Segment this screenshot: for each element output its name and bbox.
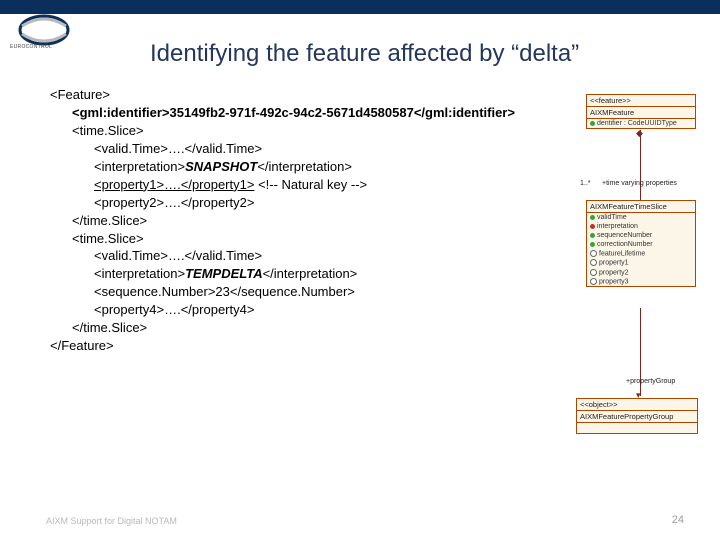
uml-connector bbox=[640, 130, 641, 200]
top-banner bbox=[0, 0, 720, 14]
footer-text: AIXM Support for Digital NOTAM bbox=[46, 516, 177, 526]
uml-attribute: property3 bbox=[587, 277, 695, 286]
code-line: <property4>….</property4> bbox=[50, 301, 570, 319]
code-line: <time.Slice> bbox=[50, 230, 570, 248]
uml-role: +propertyGroup bbox=[626, 378, 675, 385]
code-line: <interpretation>TEMPDELTA</interpretatio… bbox=[50, 265, 570, 283]
code-line: </time.Slice> bbox=[50, 212, 570, 230]
uml-role: +time varying properties bbox=[602, 180, 677, 187]
logo-text: EUROCONTROL bbox=[10, 44, 52, 50]
code-line: <property2>….</property2> bbox=[50, 194, 570, 212]
visibility-dot-icon bbox=[590, 259, 597, 266]
code-line: <valid.Time>….</valid.Time> bbox=[50, 247, 570, 265]
visibility-dot-icon bbox=[590, 278, 597, 285]
visibility-dot-icon bbox=[590, 224, 595, 229]
code-line: </Feature> bbox=[50, 337, 570, 355]
visibility-dot-icon bbox=[590, 215, 595, 220]
visibility-dot-icon bbox=[590, 250, 597, 257]
visibility-dot-icon bbox=[590, 242, 595, 247]
uml-attribute: featureLifetime bbox=[587, 249, 695, 258]
uml-attribute: property1 bbox=[587, 258, 695, 267]
uml-attribute: sequenceNumber bbox=[587, 231, 695, 240]
uml-attribute: validTime bbox=[587, 213, 695, 222]
uml-attribute: interpretation bbox=[587, 222, 695, 231]
uml-class-propertygroup: <<object>> AIXMFeaturePropertyGroup bbox=[576, 398, 698, 434]
code-line: <property1>….</property1> <!-- Natural k… bbox=[50, 176, 570, 194]
uml-stereotype: <<object>> bbox=[577, 399, 697, 411]
uml-multiplicity: 1..* bbox=[580, 180, 591, 187]
code-line: <time.Slice> bbox=[50, 122, 570, 140]
uml-class-name: AIXMFeatureTimeSlice bbox=[587, 201, 695, 213]
uml-diagram: <<feature>> AIXMFeature dentifier : Code… bbox=[556, 94, 696, 474]
visibility-dot-icon bbox=[590, 121, 595, 126]
slide-title: Identifying the feature affected by “del… bbox=[150, 40, 579, 68]
uml-class-timeslice: AIXMFeatureTimeSlice validTime interpret… bbox=[586, 200, 696, 287]
uml-class-name: AIXMFeature bbox=[587, 107, 695, 119]
uml-attribute: correctionNumber bbox=[587, 240, 695, 249]
code-line: <gml:identifier>35149fb2-971f-492c-94c2-… bbox=[50, 104, 570, 122]
uml-attribute: property2 bbox=[587, 268, 695, 277]
visibility-dot-icon bbox=[590, 269, 597, 276]
code-block: <Feature> <gml:identifier>35149fb2-971f-… bbox=[50, 86, 570, 355]
slide-number: 24 bbox=[672, 514, 684, 526]
code-line: <sequence.Number>23</sequence.Number> bbox=[50, 283, 570, 301]
eurocontrol-logo bbox=[14, 8, 74, 58]
uml-empty-compartment bbox=[577, 423, 697, 433]
visibility-dot-icon bbox=[590, 233, 595, 238]
code-line: <valid.Time>….</valid.Time> bbox=[50, 140, 570, 158]
uml-class-name: AIXMFeaturePropertyGroup bbox=[577, 411, 697, 423]
diamond-icon: ◆ bbox=[636, 128, 643, 139]
code-line: <Feature> bbox=[50, 86, 570, 104]
code-line: </time.Slice> bbox=[50, 319, 570, 337]
uml-class-feature: <<feature>> AIXMFeature dentifier : Code… bbox=[586, 94, 696, 129]
code-line: <interpretation>SNAPSHOT</interpretation… bbox=[50, 158, 570, 176]
logo-icon bbox=[14, 8, 74, 58]
uml-stereotype: <<feature>> bbox=[587, 95, 695, 107]
uml-attribute: dentifier : CodeUUIDType bbox=[587, 119, 695, 128]
